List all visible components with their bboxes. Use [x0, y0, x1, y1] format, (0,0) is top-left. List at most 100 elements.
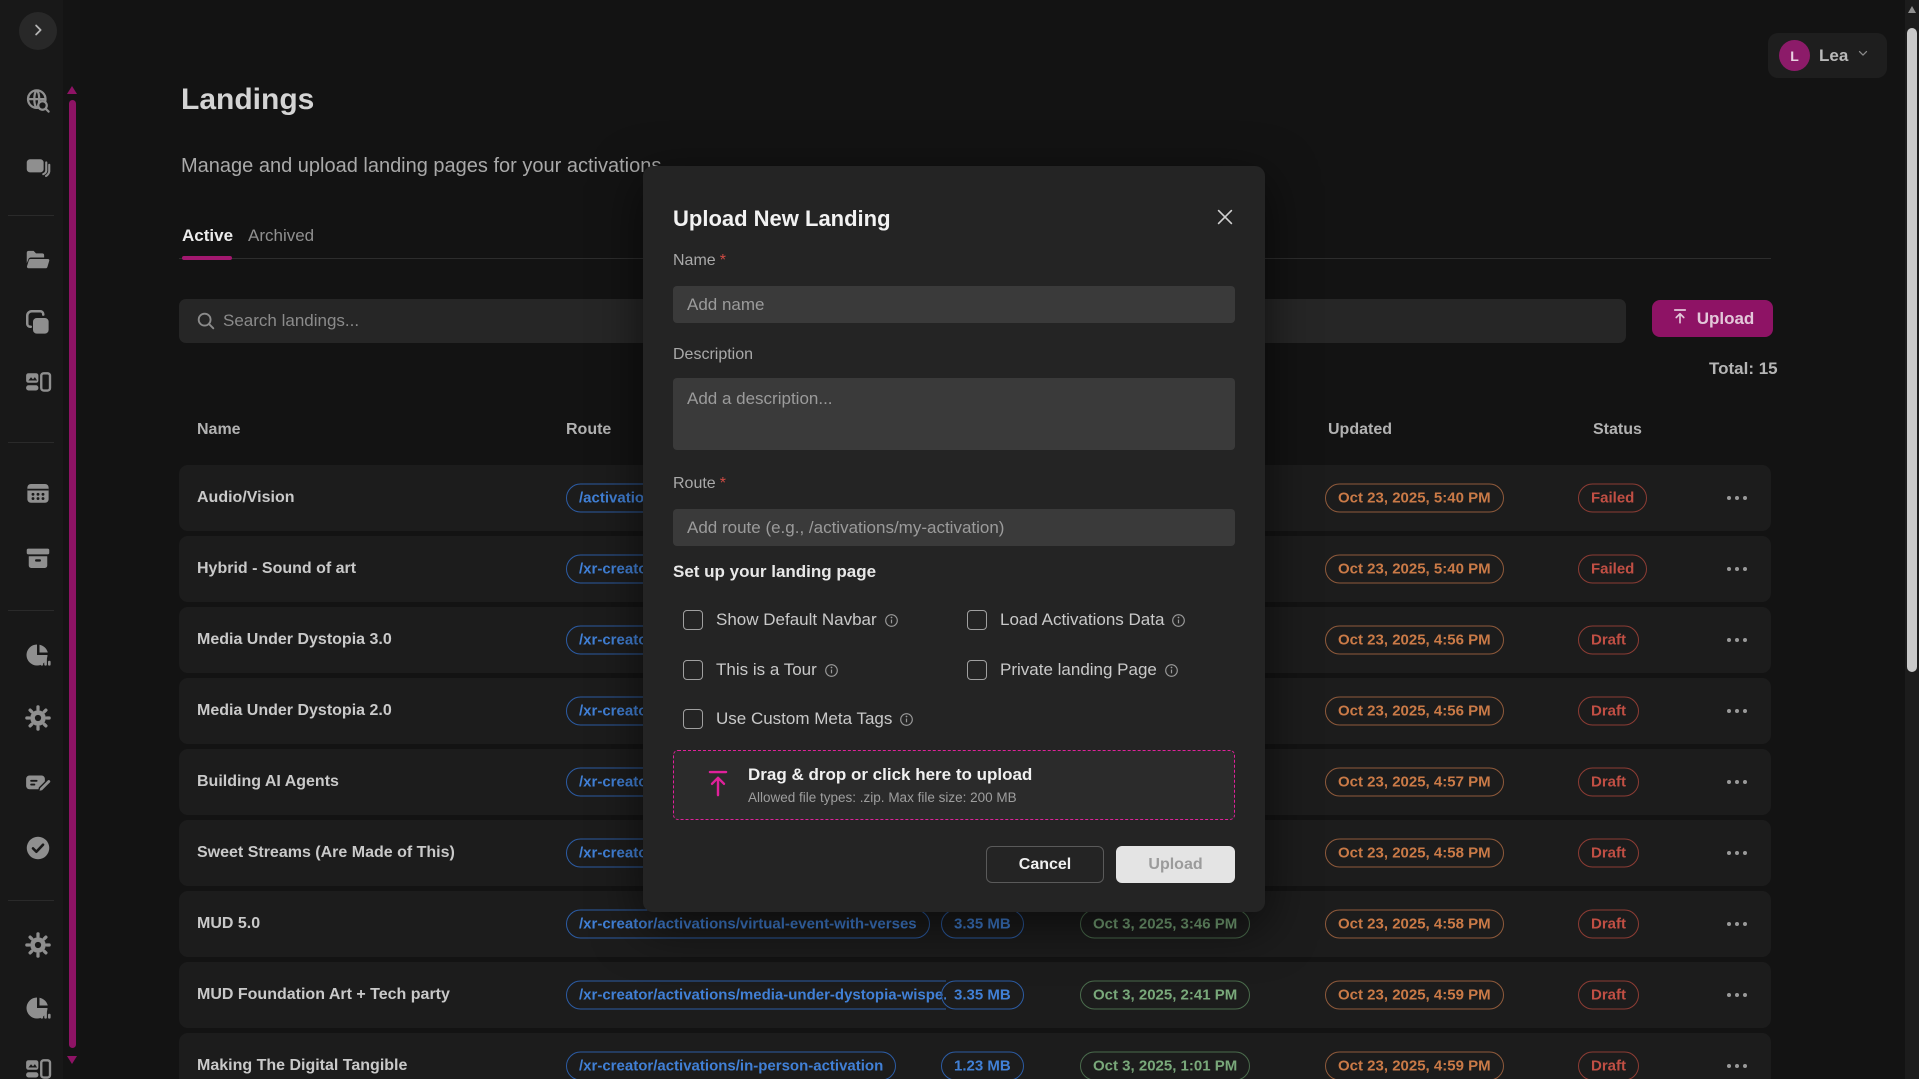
sidebar-item-calendar[interactable]	[23, 480, 53, 510]
status-badge: Draft	[1578, 981, 1639, 1010]
user-name: Lea	[1819, 46, 1848, 66]
sidebar-divider	[8, 610, 54, 611]
ellipsis-icon	[1743, 496, 1747, 500]
scroll-up-arrow-icon[interactable]	[1908, 6, 1916, 13]
upload-landing-dialog: Upload New Landing Name* Description Rou…	[643, 166, 1265, 912]
upload-submit-button[interactable]: Upload	[1116, 846, 1235, 883]
row-menu-button[interactable]	[1719, 567, 1755, 571]
settings-gear-icon	[23, 703, 53, 738]
sidebar-item-folder-open[interactable]	[23, 247, 53, 277]
route-badge[interactable]: /xr-creator/activations/media-under-dyst…	[566, 981, 946, 1010]
checkbox-load-activations-data[interactable]: Load Activations Data	[967, 607, 1186, 633]
dropzone-title: Drag & drop or click here to upload	[748, 765, 1032, 785]
folder-open-icon	[23, 245, 53, 280]
file-dropzone[interactable]: Drag & drop or click here to upload Allo…	[673, 750, 1235, 820]
sidebar-item-check-circle[interactable]	[23, 835, 53, 865]
updated-badge: Oct 23, 2025, 5:40 PM	[1325, 484, 1504, 513]
sidebar-item-cards-stack[interactable]	[23, 155, 53, 185]
checkbox-private-landing-page[interactable]: Private landing Page	[967, 657, 1179, 683]
sidebar-item-card-edit[interactable]	[23, 770, 53, 800]
check-circle-icon	[23, 833, 53, 868]
size-badge: 3.35 MB	[941, 910, 1024, 939]
landing-name: Audio/Vision	[197, 489, 294, 507]
row-menu-button[interactable]	[1719, 851, 1755, 855]
updated-badge: Oct 23, 2025, 4:59 PM	[1325, 981, 1504, 1010]
description-field[interactable]	[673, 378, 1235, 450]
route-field[interactable]	[673, 509, 1235, 546]
checkbox-use-custom-meta-tags[interactable]: Use Custom Meta Tags	[683, 706, 914, 732]
ellipsis-icon	[1743, 851, 1747, 855]
column-header-updated: Updated	[1328, 421, 1392, 439]
active-tab-underline	[182, 256, 232, 260]
status-badge: Failed	[1578, 555, 1647, 584]
sidebar-item-copy[interactable]	[23, 310, 53, 340]
row-menu-button[interactable]	[1719, 709, 1755, 713]
ellipsis-icon	[1735, 780, 1739, 784]
upload-button[interactable]: Upload	[1652, 300, 1773, 337]
info-icon[interactable]	[1164, 663, 1179, 678]
chevron-down-icon	[1856, 46, 1870, 65]
scroll-up-arrow-icon[interactable]	[67, 86, 77, 94]
sidebar-item-archive-box[interactable]	[23, 545, 53, 575]
close-button[interactable]	[1213, 206, 1237, 230]
ellipsis-icon	[1727, 709, 1731, 713]
route-badge[interactable]: /xr-creator/activations/virtual-event-wi…	[566, 910, 930, 939]
info-icon[interactable]	[884, 613, 899, 628]
page-scrollbar-thumb[interactable]	[1907, 28, 1917, 672]
checkbox-box[interactable]	[967, 610, 987, 630]
status-badge: Draft	[1578, 1052, 1639, 1079]
landing-name: Media Under Dystopia 3.0	[197, 631, 392, 649]
ellipsis-icon	[1735, 638, 1739, 642]
checkbox-box[interactable]	[683, 709, 703, 729]
checkbox-box[interactable]	[683, 660, 703, 680]
sidebar-item-pie-chart[interactable]	[23, 642, 53, 672]
sidebar-item-media-gallery[interactable]	[23, 1057, 53, 1079]
info-icon[interactable]	[824, 663, 839, 678]
name-field[interactable]	[673, 286, 1235, 323]
tab-active[interactable]: Active	[182, 226, 233, 246]
row-menu-button[interactable]	[1719, 1064, 1755, 1068]
tab-archived[interactable]: Archived	[248, 226, 314, 246]
created-badge: Oct 3, 2025, 3:46 PM	[1080, 910, 1250, 939]
scroll-down-arrow-icon[interactable]	[67, 1056, 77, 1064]
info-icon[interactable]	[899, 712, 914, 727]
sidebar-item-pie-chart[interactable]	[23, 995, 53, 1025]
pie-chart-icon	[23, 640, 53, 675]
card-edit-icon	[23, 768, 53, 803]
cancel-button[interactable]: Cancel	[986, 846, 1104, 883]
column-header-route: Route	[566, 421, 611, 439]
row-menu-button[interactable]	[1719, 638, 1755, 642]
checkbox-box[interactable]	[967, 660, 987, 680]
ellipsis-icon	[1727, 1064, 1731, 1068]
checkbox-box[interactable]	[683, 610, 703, 630]
sidebar-divider	[8, 442, 54, 443]
landing-name: MUD 5.0	[197, 915, 260, 933]
row-menu-button[interactable]	[1719, 993, 1755, 997]
sidebar-item-settings-gear[interactable]	[23, 705, 53, 735]
user-menu[interactable]: L Lea	[1768, 33, 1887, 78]
required-asterisk: *	[720, 252, 726, 269]
checkbox-this-is-a-tour[interactable]: This is a Tour	[683, 657, 839, 683]
page-title: Landings	[181, 83, 314, 117]
status-badge: Draft	[1578, 697, 1639, 726]
size-badge: 3.35 MB	[941, 981, 1024, 1010]
info-icon[interactable]	[1171, 613, 1186, 628]
sidebar-item-settings-gear[interactable]	[23, 932, 53, 962]
settings-gear-icon	[23, 930, 53, 965]
checkbox-show-default-navbar[interactable]: Show Default Navbar	[683, 607, 899, 633]
sidebar-item-media-gallery[interactable]	[23, 370, 53, 400]
page-scrollbar[interactable]	[1905, 0, 1919, 1079]
row-menu-button[interactable]	[1719, 922, 1755, 926]
sidebar-expand-button[interactable]	[19, 12, 57, 50]
sidebar-scrollbar-thumb[interactable]	[69, 100, 76, 1048]
route-badge[interactable]: /xr-creator/activations/in-person-activa…	[566, 1052, 896, 1079]
required-asterisk: *	[720, 475, 726, 492]
app-root: L Lea Landings Manage and upload landing…	[0, 0, 1919, 1079]
sidebar-item-globe-search[interactable]	[23, 88, 53, 118]
ellipsis-icon	[1727, 851, 1731, 855]
ellipsis-icon	[1735, 709, 1739, 713]
landing-name: Media Under Dystopia 2.0	[197, 702, 392, 720]
status-badge: Failed	[1578, 484, 1647, 513]
row-menu-button[interactable]	[1719, 496, 1755, 500]
row-menu-button[interactable]	[1719, 780, 1755, 784]
